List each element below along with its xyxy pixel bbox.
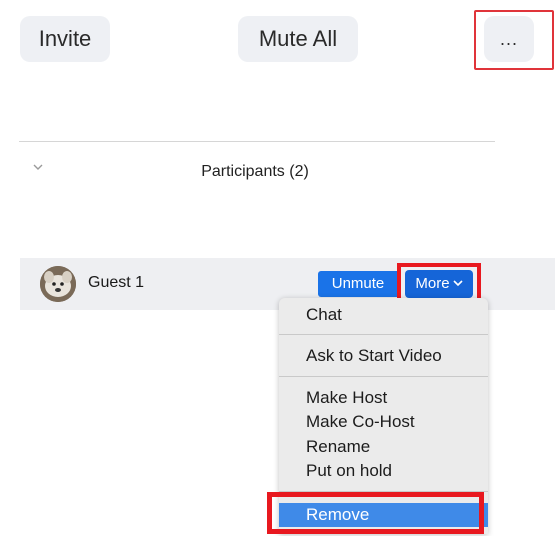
divider: [19, 141, 495, 142]
menu-item-make-co-host[interactable]: Make Co-Host: [279, 410, 488, 434]
menu-item-put-on-hold[interactable]: Put on hold: [279, 459, 488, 483]
unmute-button[interactable]: Unmute: [318, 271, 398, 297]
menu-item-rename[interactable]: Rename: [279, 435, 488, 459]
menu-item-make-host[interactable]: Make Host: [279, 386, 488, 410]
menu-separator: [279, 334, 488, 335]
menu-item-ask-to-start-video[interactable]: Ask to Start Video: [279, 344, 488, 368]
invite-button[interactable]: Invite: [20, 16, 110, 62]
menu-separator: [279, 376, 488, 377]
menu-item-chat[interactable]: Chat: [279, 303, 488, 327]
remove-highlight: [267, 492, 484, 534]
avatar: [40, 266, 76, 302]
dog-avatar-icon: [40, 266, 76, 302]
more-options-highlight: [474, 10, 554, 70]
participant-name: Guest 1: [88, 274, 145, 291]
mute-all-button[interactable]: Mute All: [238, 16, 358, 62]
participants-header: Participants (2): [201, 163, 309, 180]
